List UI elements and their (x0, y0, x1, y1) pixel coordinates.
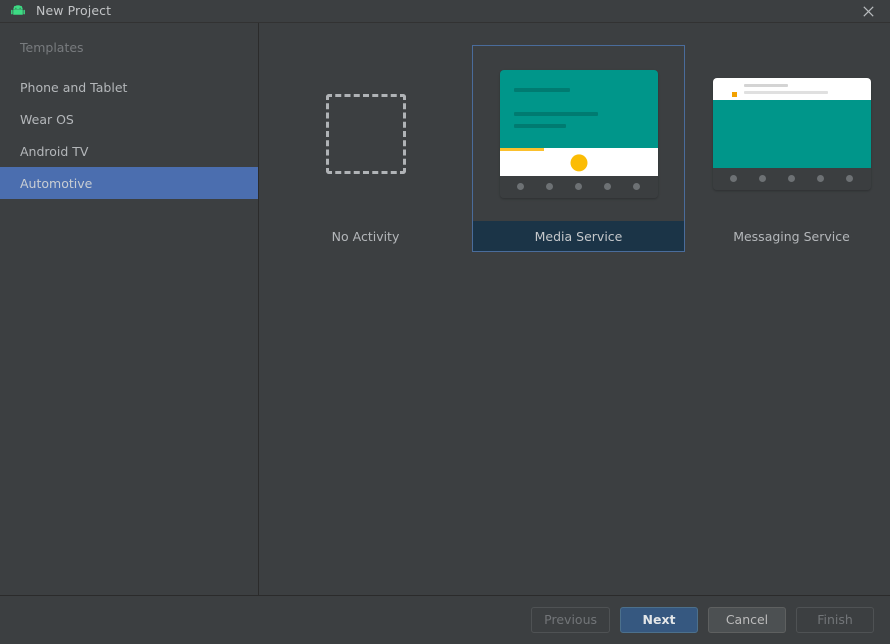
media-progress-fill (499, 147, 544, 151)
dialog-body: Templates Phone and Tablet Wear OS Andro… (0, 23, 890, 595)
previous-button[interactable]: Previous (531, 607, 610, 633)
nav-dot-icon (787, 175, 795, 182)
messaging-header (712, 77, 871, 100)
template-label: No Activity (331, 228, 400, 244)
next-button[interactable]: Next (620, 607, 698, 633)
template-grid: No Activity Media Service Messaging Serv… (259, 23, 890, 252)
template-label: Messaging Service (733, 228, 850, 244)
nav-dot-icon (545, 183, 553, 190)
media-card-preview (499, 69, 658, 198)
placeholder-line (743, 83, 788, 87)
messaging-service-thumbnail (686, 46, 890, 221)
sidebar-header-templates: Templates (20, 39, 84, 55)
sidebar-item-android-tv[interactable]: Android TV (0, 135, 258, 167)
nav-dot-icon (633, 183, 641, 190)
dashed-placeholder-icon (325, 93, 406, 174)
sidebar-item-automotive[interactable]: Automotive (0, 167, 258, 199)
nav-dot-icon (729, 175, 737, 182)
placeholder-line (513, 87, 570, 92)
media-player-bar (499, 147, 658, 176)
no-activity-thumbnail (260, 46, 471, 221)
cancel-button[interactable]: Cancel (708, 607, 786, 633)
sidebar-item-label: Automotive (20, 175, 93, 191)
android-robot-icon (10, 3, 26, 19)
templates-sidebar: Templates Phone and Tablet Wear OS Andro… (0, 23, 259, 595)
sidebar-item-label: Wear OS (20, 111, 74, 127)
sidebar-item-label: Android TV (20, 143, 89, 159)
messaging-placeholder-lines (743, 83, 863, 94)
template-card-media-service[interactable]: Media Service (472, 45, 685, 252)
messaging-card-content (712, 99, 871, 168)
media-service-thumbnail (473, 46, 684, 221)
window-title: New Project (36, 2, 112, 18)
sidebar-item-phone-and-tablet[interactable]: Phone and Tablet (0, 71, 258, 103)
template-gallery: No Activity Media Service Messaging Serv… (259, 23, 890, 595)
media-play-button-icon (570, 153, 587, 171)
nav-dot-icon (817, 175, 825, 182)
media-card-content (499, 69, 658, 148)
new-project-dialog: New Project Templates Phone and Tablet W… (0, 0, 890, 644)
nav-dot-icon (846, 175, 854, 182)
placeholder-line (743, 90, 828, 94)
messaging-bottom-nav (712, 167, 871, 190)
dialog-footer: Previous Next Cancel Finish (0, 595, 890, 644)
nav-dot-icon (758, 175, 766, 182)
template-card-messaging-service[interactable]: Messaging Service (685, 45, 890, 252)
media-progress-track (499, 147, 658, 151)
nav-dot-icon (574, 183, 582, 190)
template-card-no-activity[interactable]: No Activity (259, 45, 472, 252)
template-label: Media Service (473, 221, 684, 251)
placeholder-line (513, 111, 598, 116)
media-bottom-nav (499, 175, 658, 198)
nav-dot-icon (604, 183, 612, 190)
messaging-card-preview (712, 77, 871, 190)
titlebar: New Project (0, 0, 890, 23)
sidebar-item-wear-os[interactable]: Wear OS (0, 103, 258, 135)
avatar-badge-icon (731, 92, 737, 97)
close-icon[interactable] (854, 0, 882, 23)
avatar (721, 81, 737, 97)
finish-button[interactable]: Finish (796, 607, 874, 633)
sidebar-item-label: Phone and Tablet (20, 79, 128, 95)
nav-dot-icon (516, 183, 524, 190)
placeholder-line (513, 123, 566, 128)
